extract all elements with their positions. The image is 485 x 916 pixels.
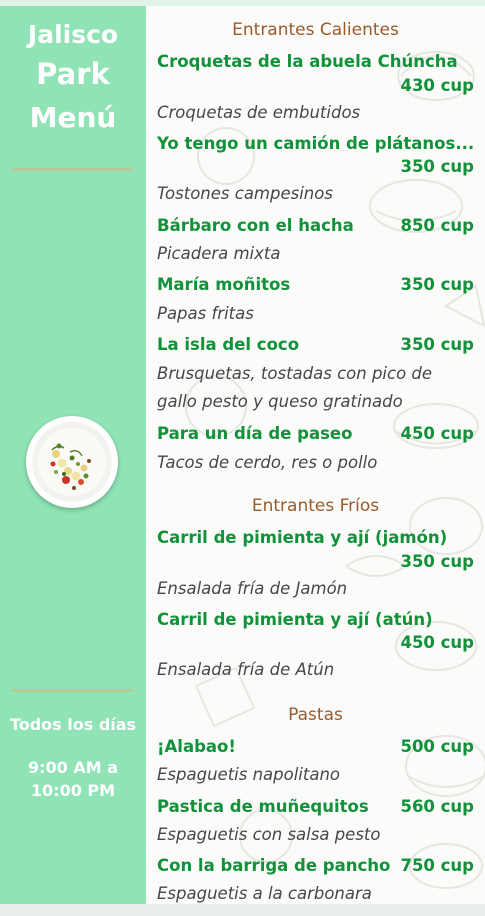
dish-name: Yo tengo un camión de plátanos...	[157, 134, 475, 153]
dish-price: 350 cup	[400, 335, 474, 354]
dish-name: Croquetas de la abuela Chúncha	[157, 52, 458, 71]
dish-name: La isla del coco	[157, 335, 300, 354]
dish-price: 750 cup	[400, 856, 474, 875]
schedule-time: 9:00 AM a 10:00 PM	[0, 756, 146, 802]
section-title-entrantes-calientes: Entrantes Calientes	[232, 20, 399, 40]
dish-description-continued: gallo pesto y queso gratinado	[157, 392, 403, 411]
dish-price: 450 cup	[400, 424, 474, 443]
dish-name: María moñitos	[157, 275, 291, 294]
dish-description: Picadera mixta	[157, 244, 281, 263]
dish-name: Carril de pimienta y ají (jamón)	[157, 528, 448, 547]
dish-description: Espaguetis con salsa pesto	[157, 825, 381, 844]
dish-name: ¡Alabao!	[157, 737, 236, 756]
dish-price: 350 cup	[400, 157, 474, 176]
divider-bottom	[12, 689, 133, 692]
sidebar: Jalisco Park Menú Todos los días 9:00 AM…	[0, 6, 146, 904]
bottom-edge	[0, 904, 485, 916]
brand-line-2: Park	[36, 57, 110, 91]
divider-top	[12, 168, 133, 171]
dish-name: Con la barriga de pancho	[157, 856, 391, 875]
section-title-entrantes-frios: Entrantes Fríos	[251, 496, 380, 516]
brand-line-3: Menú	[29, 101, 117, 134]
dish-description: Ensalada fría de Atún	[157, 660, 335, 679]
dish-description: Brusquetas, tostadas con pico de	[157, 364, 433, 383]
dish-description: Tostones campesinos	[157, 184, 333, 203]
schedule-time-start: 9:00 AM a	[27, 758, 119, 777]
dish-price: 500 cup	[400, 737, 474, 756]
dish-name: Bárbaro con el hacha	[157, 216, 354, 235]
dish-description: Croquetas de embutidos	[157, 103, 361, 122]
dish-price: 430 cup	[400, 76, 474, 95]
dish-description: Papas fritas	[157, 304, 254, 323]
dish-name: Para un día de paseo	[157, 424, 353, 443]
restaurant-logo-text: Jalisco Park Menú	[0, 18, 146, 140]
dish-price: 350 cup	[400, 552, 474, 571]
dish-price: 350 cup	[400, 275, 474, 294]
dish-price: 450 cup	[400, 633, 474, 652]
dish-name: Pastica de muñequitos	[157, 797, 369, 816]
section-title-pastas: Pastas	[288, 705, 343, 725]
schedule-time-end: 10:00 PM	[30, 781, 116, 800]
dish-price: 560 cup	[400, 797, 474, 816]
dish-price: 850 cup	[400, 216, 474, 235]
dish-description: Espaguetis a la carbonara	[157, 884, 372, 903]
dish-photo	[26, 416, 118, 508]
dish-description: Ensalada fría de Jamón	[157, 579, 348, 598]
dish-description: Tacos de cerdo, res o pollo	[157, 453, 378, 472]
dish-name: Carril de pimienta y ají (atún)	[157, 610, 433, 629]
menu-content: Entrantes Calientes Croquetas de la abue…	[146, 6, 485, 904]
dish-description: Espaguetis napolitano	[157, 765, 341, 784]
schedule-days: Todos los días	[9, 715, 137, 734]
brand-line-1: Jalisco	[27, 20, 119, 49]
